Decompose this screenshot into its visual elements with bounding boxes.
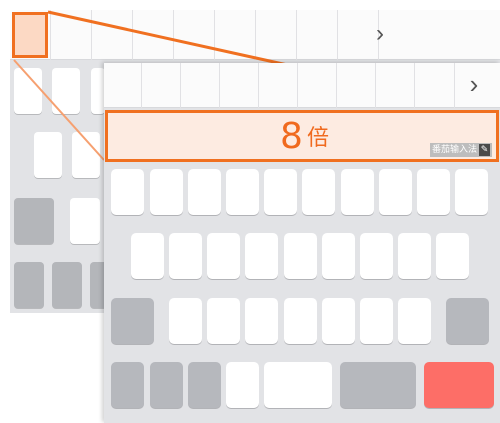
- key-row1-6[interactable]: [302, 169, 335, 215]
- key-row3-5[interactable]: [322, 298, 355, 344]
- pen-icon: ✎: [479, 144, 490, 156]
- key-row1-1[interactable]: [111, 169, 144, 215]
- key-row1-8[interactable]: [379, 169, 412, 215]
- key-row3-2[interactable]: [207, 298, 240, 344]
- key-row2-4[interactable]: [245, 233, 278, 279]
- candidate-cell[interactable]: [220, 63, 259, 108]
- backspace-key[interactable]: [446, 298, 489, 344]
- bg-key[interactable]: [52, 68, 80, 114]
- key-row2-7[interactable]: [360, 233, 393, 279]
- bg-candidate-cell[interactable]: [215, 10, 256, 60]
- bg-more-candidates-icon[interactable]: ›: [362, 10, 398, 60]
- bg-candidate-cell[interactable]: [51, 10, 92, 60]
- candidate-cell[interactable]: [298, 63, 337, 108]
- bg-candidate-cell[interactable]: [133, 10, 174, 60]
- key-row1-10[interactable]: [455, 169, 488, 215]
- candidate-cell[interactable]: [181, 63, 220, 108]
- brand-badge: 番茄输入法 ✎: [429, 143, 492, 157]
- key-row3-4[interactable]: [284, 298, 317, 344]
- bg-candidate-cell[interactable]: [297, 10, 338, 60]
- bg-function-key[interactable]: [52, 262, 82, 308]
- key-row1-2[interactable]: [150, 169, 183, 215]
- zoom-source-highlight: [12, 12, 48, 58]
- comma-key[interactable]: [226, 362, 259, 408]
- bg-key[interactable]: [34, 132, 62, 178]
- bg-key[interactable]: [70, 198, 100, 244]
- bg-key[interactable]: [72, 132, 100, 178]
- key-row2-6[interactable]: [322, 233, 355, 279]
- key-row2-5[interactable]: [284, 233, 317, 279]
- bg-shift-key[interactable]: [14, 198, 54, 244]
- bg-candidate-cell[interactable]: [92, 10, 133, 60]
- key-row2-2[interactable]: [169, 233, 202, 279]
- bg-candidate-cell[interactable]: [174, 10, 215, 60]
- candidate-cell[interactable]: [142, 63, 181, 108]
- more-candidates-icon[interactable]: ›: [456, 63, 492, 108]
- key-row2-1[interactable]: [131, 233, 164, 279]
- key-row3-6[interactable]: [360, 298, 393, 344]
- brand-label: 番茄输入法: [431, 145, 477, 155]
- key-row2-3[interactable]: [207, 233, 240, 279]
- candidate-bar: ›: [104, 63, 500, 108]
- mode-key[interactable]: [340, 362, 416, 408]
- return-key[interactable]: [424, 362, 494, 408]
- composition-character: 倍: [307, 126, 330, 151]
- composition-bar[interactable]: 8 倍 番茄输入法 ✎: [105, 110, 499, 162]
- key-row1-7[interactable]: [341, 169, 374, 215]
- bg-key[interactable]: [91, 68, 105, 114]
- key-row3-7[interactable]: [398, 298, 431, 344]
- key-row1-4[interactable]: [226, 169, 259, 215]
- key-row1-9[interactable]: [417, 169, 450, 215]
- key-row2-8[interactable]: [398, 233, 431, 279]
- candidate-cell[interactable]: [259, 63, 298, 108]
- numbers-key[interactable]: [111, 362, 144, 408]
- bg-key[interactable]: [14, 68, 42, 114]
- key-row1-3[interactable]: [188, 169, 221, 215]
- shift-key[interactable]: [111, 298, 154, 344]
- background-candidate-bar: ›: [10, 10, 500, 60]
- emoji-key[interactable]: [188, 362, 221, 408]
- bg-candidate-cell[interactable]: [256, 10, 297, 60]
- candidate-cell[interactable]: [415, 63, 455, 108]
- candidate-cell[interactable]: [376, 63, 415, 108]
- globe-key[interactable]: [150, 362, 183, 408]
- key-row1-5[interactable]: [264, 169, 297, 215]
- composition-number: 8: [280, 116, 303, 157]
- space-key[interactable]: [264, 362, 332, 408]
- key-row2-9[interactable]: [436, 233, 469, 279]
- bg-function-key[interactable]: [14, 262, 44, 308]
- candidate-cell[interactable]: [337, 63, 376, 108]
- magnified-keyboard: › 8 倍 番茄输入法 ✎: [104, 63, 500, 423]
- candidate-cell[interactable]: [104, 63, 142, 108]
- key-row3-3[interactable]: [245, 298, 278, 344]
- key-row3-1[interactable]: [169, 298, 202, 344]
